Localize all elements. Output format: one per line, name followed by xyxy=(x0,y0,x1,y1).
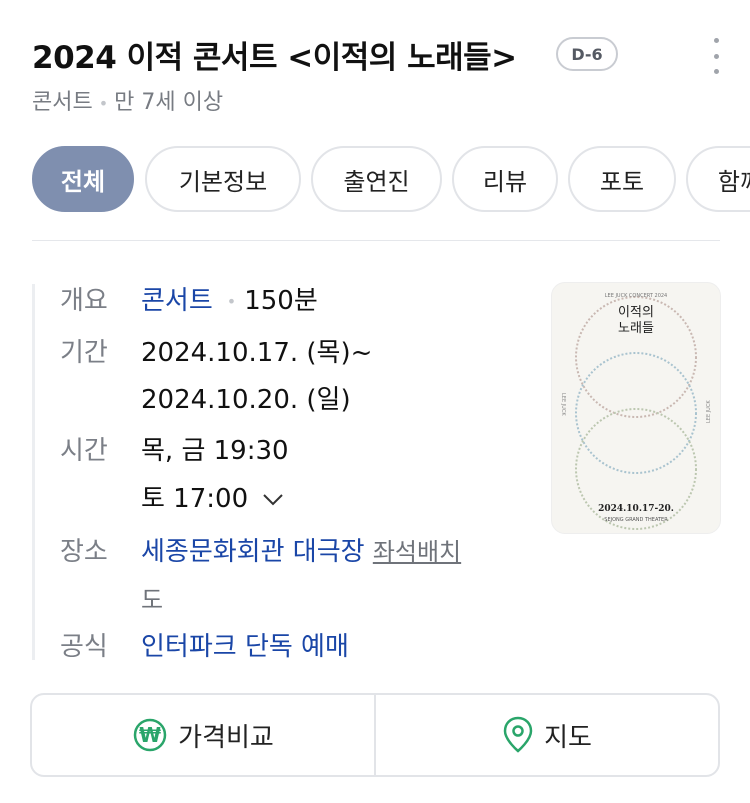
poster-date: 2024.10.17-20. xyxy=(598,504,674,514)
map-button[interactable]: 지도 xyxy=(374,695,718,775)
separator-dot: • xyxy=(226,292,237,311)
info-left-bar xyxy=(32,284,35,660)
period-start: 2024.10.17. (목)~ xyxy=(141,338,373,368)
dday-badge: D-6 xyxy=(556,37,618,71)
period-label: 기간 xyxy=(60,338,108,368)
tab-all[interactable]: 전체 xyxy=(32,146,134,212)
poster-image[interactable]: LEE JUCK CONCERT 2024 이적의 노래들 LEE JUCK L… xyxy=(551,282,721,534)
map-pin-icon xyxy=(503,716,533,753)
poster-side-right: LEE JUCK xyxy=(706,400,712,423)
official-label: 공식 xyxy=(60,632,108,662)
seat-map-link-wrap[interactable]: 도 xyxy=(141,580,163,615)
tab-basic-info[interactable]: 기본정보 xyxy=(145,146,301,212)
more-vertical-icon[interactable] xyxy=(705,38,727,74)
tab-review[interactable]: 리뷰 xyxy=(452,146,558,212)
tab-together[interactable]: 함께 xyxy=(686,146,750,212)
tab-photo[interactable]: 포토 xyxy=(568,146,676,212)
poster-title-2: 노래들 xyxy=(618,321,654,336)
period-end: 2024.10.20. (일) xyxy=(141,385,351,415)
action-bar: ₩ 가격비교 지도 xyxy=(30,693,720,777)
won-circle-icon: ₩ xyxy=(133,718,167,752)
time-saturday-row[interactable]: 토 17:00 xyxy=(141,478,284,515)
overview-value: 콘서트 • 150분 xyxy=(141,280,318,317)
time-saturday: 토 17:00 xyxy=(141,484,249,514)
venue-link[interactable]: 세종문화회관 대극장 xyxy=(141,537,365,567)
page-title: 2024 이적 콘서트 <이적의 노래들> xyxy=(32,40,517,76)
svg-text:₩: ₩ xyxy=(139,723,161,747)
tab-bar: 전체 기본정보 출연진 리뷰 포토 함께 xyxy=(32,146,750,214)
poster-side-left: LEE JUCK xyxy=(560,393,566,416)
official-link[interactable]: 인터파크 단독 예매 xyxy=(141,626,349,663)
genre-text: 콘서트 xyxy=(32,90,93,115)
time-label: 시간 xyxy=(60,436,108,466)
poster-venue: SEJONG GRAND THEATER xyxy=(604,517,668,523)
poster-title-1: 이적의 xyxy=(618,305,654,320)
overview-label: 개요 xyxy=(60,286,108,316)
separator-dot: • xyxy=(98,93,109,113)
price-compare-button[interactable]: ₩ 가격비교 xyxy=(32,695,374,775)
map-label: 지도 xyxy=(544,722,592,753)
seat-map-link[interactable]: 좌석배치 xyxy=(373,538,461,566)
poster-small-top: LEE JUCK CONCERT 2024 xyxy=(605,293,667,299)
price-compare-label: 가격비교 xyxy=(178,722,274,753)
tab-cast[interactable]: 출연진 xyxy=(311,146,442,212)
time-weekday: 목, 금 19:30 xyxy=(141,436,289,466)
duration-text: 150분 xyxy=(244,286,318,316)
age-rating: 만 7세 이상 xyxy=(114,90,224,115)
chevron-down-icon[interactable] xyxy=(262,493,284,507)
genre-link[interactable]: 콘서트 xyxy=(141,286,213,316)
venue-label: 장소 xyxy=(60,537,108,567)
venue-value: 세종문화회관 대극장 좌석배치 xyxy=(141,531,461,568)
divider xyxy=(32,240,720,241)
subtitle-line: 콘서트 • 만 7세 이상 xyxy=(32,84,223,116)
